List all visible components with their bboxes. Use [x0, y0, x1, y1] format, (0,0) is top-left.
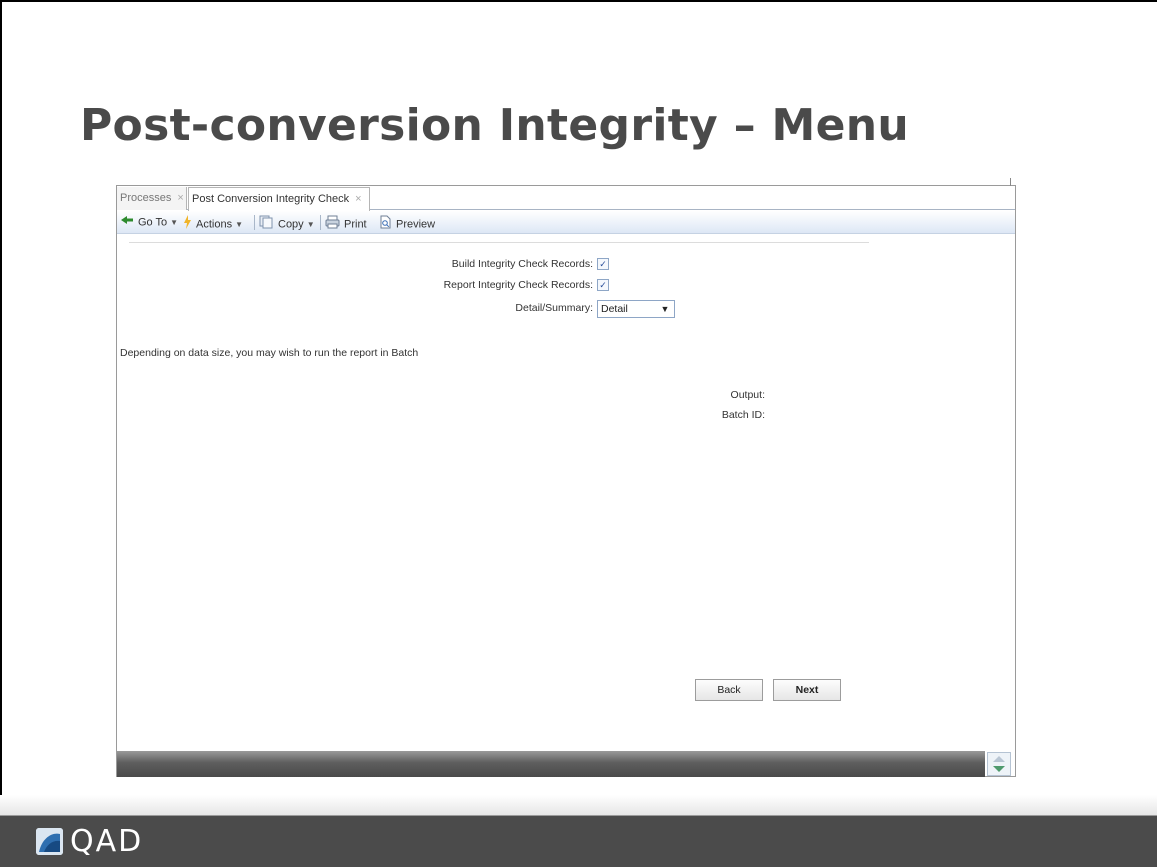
output-label: Output:	[730, 389, 765, 401]
toolbar-separator	[254, 215, 255, 230]
printer-icon	[325, 215, 340, 234]
next-button[interactable]: Next	[773, 679, 841, 701]
scroll-up-button[interactable]	[987, 752, 1011, 776]
copy-menu-button[interactable]: Copy ▼	[259, 215, 315, 230]
toolbar-separator	[320, 215, 321, 230]
back-button[interactable]: Back	[695, 679, 763, 701]
copy-label: Copy	[278, 218, 304, 231]
tab-processes[interactable]: Processes ×	[117, 187, 187, 210]
form-divider	[129, 242, 869, 243]
footer-bar: QAD	[0, 815, 1157, 867]
goto-label: Go To	[138, 216, 168, 229]
toolbar: Go To ▼ Actions ▼ Copy ▼ Print Preview	[117, 211, 1015, 234]
footer-shadow	[0, 795, 1157, 815]
preview-label: Preview	[396, 218, 436, 231]
report-records-label: Report Integrity Check Records:	[443, 279, 593, 291]
preview-button[interactable]: Preview	[379, 215, 435, 230]
actions-label: Actions	[196, 218, 233, 231]
batch-note-text: Depending on data size, you may wish to …	[120, 347, 419, 359]
build-records-checkbox[interactable]: ✓	[597, 258, 609, 270]
status-bar	[117, 751, 985, 777]
scroll-arrows-icon	[993, 756, 1005, 772]
preview-document-icon	[379, 215, 392, 234]
chevron-down-icon: ▼	[306, 220, 315, 230]
batch-id-label: Batch ID:	[721, 409, 765, 421]
chevron-down-icon: ▼	[170, 218, 179, 228]
lightning-icon	[183, 215, 192, 234]
qad-logo-icon	[36, 828, 63, 855]
goto-arrow-icon	[120, 215, 134, 230]
detail-summary-select[interactable]: Detail ▼	[597, 300, 675, 318]
copy-icon	[259, 215, 274, 234]
report-records-checkbox[interactable]: ✓	[597, 279, 609, 291]
qad-logo-text: QAD	[70, 824, 144, 859]
detail-summary-value: Detail	[601, 303, 628, 315]
tab-label: Post Conversion Integrity Check	[192, 193, 350, 205]
tab-post-conversion-integrity-check[interactable]: Post Conversion Integrity Check ×	[188, 187, 370, 211]
print-button[interactable]: Print	[325, 215, 367, 230]
actions-menu-button[interactable]: Actions ▼	[183, 215, 243, 230]
tab-bar: Processes × Post Conversion Integrity Che…	[117, 186, 1015, 211]
close-icon[interactable]: ×	[177, 192, 183, 204]
print-label: Print	[344, 218, 367, 231]
app-window: Processes × Post Conversion Integrity Che…	[116, 178, 1016, 777]
tab-label: Processes	[120, 192, 172, 204]
chevron-down-icon[interactable]: ▼	[658, 302, 672, 316]
chevron-down-icon: ▼	[235, 220, 243, 230]
build-records-label: Build Integrity Check Records:	[451, 258, 593, 270]
close-icon[interactable]: ×	[355, 193, 361, 205]
slide-title: Post-conversion Integrity – Menu	[80, 100, 910, 151]
goto-menu-button[interactable]: Go To ▼	[120, 215, 178, 230]
detail-summary-label: Detail/Summary:	[515, 302, 593, 314]
